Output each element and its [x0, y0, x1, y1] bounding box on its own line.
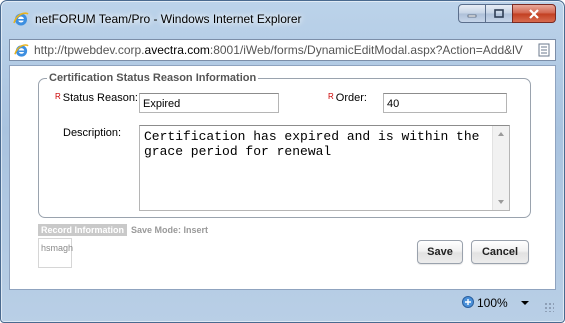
record-user-box: hsmagh — [38, 238, 74, 268]
description-label: Description: — [63, 127, 122, 139]
scroll-up-icon[interactable] — [498, 132, 504, 136]
save-button[interactable]: Save — [417, 240, 463, 264]
scroll-down-icon[interactable] — [498, 200, 504, 204]
url-suffix: :8001/iWeb/forms/DynamicEditModal.aspx?A… — [209, 43, 523, 57]
description-text: Certification has expired and is within … — [144, 129, 480, 159]
close-button[interactable] — [512, 4, 556, 23]
maximize-icon — [494, 9, 504, 18]
dialog-content: Certification Status Reason Information … — [9, 65, 556, 290]
url-prefix: http://tpwebdev.corp. — [34, 43, 145, 57]
description-textarea[interactable]: Certification has expired and is within … — [139, 125, 510, 211]
window-title: netFORUM Team/Pro - Windows Internet Exp… — [35, 12, 302, 26]
close-icon — [529, 8, 539, 19]
minimize-icon — [467, 14, 477, 17]
order-label: R Order: — [328, 92, 367, 104]
address-url: http://tpwebdev.corp.avectra.com:8001/iW… — [34, 43, 534, 57]
fieldset-legend: Certification Status Reason Information — [47, 72, 259, 84]
url-domain: avectra.com — [144, 43, 210, 57]
order-label-text: Order: — [335, 92, 367, 104]
maximize-button[interactable] — [485, 4, 513, 23]
browser-window: netFORUM Team/Pro - Windows Internet Exp… — [0, 0, 565, 323]
title-bar[interactable]: netFORUM Team/Pro - Windows Internet Exp… — [1, 1, 564, 35]
zoom-level[interactable]: 100% — [477, 296, 508, 310]
cancel-button[interactable]: Cancel — [471, 240, 529, 264]
required-marker: R — [328, 92, 334, 101]
address-bar[interactable]: http://tpwebdev.corp.avectra.com:8001/iW… — [9, 39, 556, 61]
save-mode-text: Save Mode: Insert — [131, 225, 209, 235]
compatibility-view-icon[interactable] — [538, 43, 551, 58]
window-controls — [458, 4, 556, 24]
status-reason-input[interactable]: Expired — [139, 93, 279, 113]
record-user: hsmagh — [41, 243, 74, 253]
record-information-header: Record Information Save Mode: Insert — [38, 224, 208, 236]
order-input[interactable]: 40 — [383, 93, 507, 113]
status-reason-label-text: Status Reason: — [62, 92, 138, 104]
zoom-icon[interactable] — [461, 295, 475, 309]
zoom-dropdown-icon[interactable] — [521, 301, 529, 305]
record-information-tab[interactable]: Record Information — [38, 224, 128, 236]
certification-status-reason-fieldset: Certification Status Reason Information … — [38, 72, 531, 218]
required-marker: R — [55, 92, 61, 101]
status-bar: 100% — [9, 291, 556, 315]
minimize-button[interactable] — [458, 4, 486, 23]
description-scrollbar[interactable] — [492, 126, 509, 210]
status-reason-label: R Status Reason: — [55, 92, 138, 104]
internet-explorer-icon — [13, 12, 29, 26]
internet-explorer-page-icon — [14, 44, 29, 57]
resize-grip[interactable] — [544, 302, 554, 312]
